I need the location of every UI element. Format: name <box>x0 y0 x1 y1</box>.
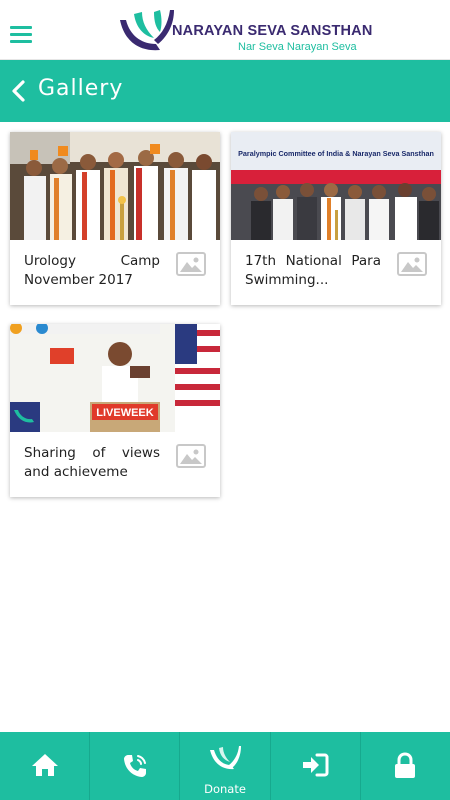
bottom-nav: Donate <box>0 732 450 800</box>
nav-lock[interactable] <box>361 732 450 800</box>
donate-icon <box>210 746 241 770</box>
lamp-lighting-photo <box>10 132 220 240</box>
brand-tagline: Nar Seva Narayan Seva <box>238 41 357 53</box>
page-title: Gallery <box>38 76 124 101</box>
nav-login[interactable] <box>271 732 361 800</box>
image-icon <box>397 252 427 276</box>
home-icon <box>31 754 58 776</box>
nav-donate[interactable]: Donate <box>180 732 271 800</box>
speaker-podium-photo: LIVEWEEK <box>10 324 220 432</box>
hands-logo-icon <box>120 10 174 51</box>
gallery-caption: Urology Camp November 2017 <box>24 253 160 288</box>
title-bar: Gallery <box>0 60 450 122</box>
nav-call[interactable] <box>90 732 181 800</box>
gallery-card[interactable]: Urology Camp November 2017 <box>10 132 220 305</box>
photo-banner-text: LIVEWEEK <box>96 407 154 419</box>
nav-donate-label: Donate <box>204 782 246 796</box>
gallery-card[interactable]: LIVEWEEK Sharing of views and achieveme <box>10 324 220 497</box>
gallery-thumbnail: Paralympic Committee of India & Narayan … <box>231 132 441 240</box>
brand-name: NARAYAN SEVA SANSTHAN <box>172 23 373 39</box>
gallery-caption: 17th National Para Swimming... <box>245 253 381 288</box>
gallery-thumbnail <box>10 132 220 240</box>
image-icon <box>176 444 206 468</box>
menu-icon[interactable] <box>10 26 32 44</box>
photo-banner-text: Paralympic Committee of India & Narayan … <box>238 149 434 158</box>
gallery-caption: Sharing of views and achieveme <box>24 445 160 480</box>
brand-logo: NARAYAN SEVA SANSTHAN Nar Seva Narayan S… <box>116 6 372 56</box>
phone-icon <box>123 755 146 777</box>
image-icon <box>176 252 206 276</box>
gallery-card[interactable]: Paralympic Committee of India & Narayan … <box>231 132 441 305</box>
lock-icon <box>395 752 416 778</box>
para-swimming-photo: Paralympic Committee of India & Narayan … <box>231 132 441 240</box>
login-icon <box>303 753 329 777</box>
gallery-thumbnail: LIVEWEEK <box>10 324 220 432</box>
app-header: NARAYAN SEVA SANSTHAN Nar Seva Narayan S… <box>0 0 450 60</box>
nav-home[interactable] <box>0 732 91 800</box>
back-arrow-icon[interactable] <box>10 80 28 102</box>
